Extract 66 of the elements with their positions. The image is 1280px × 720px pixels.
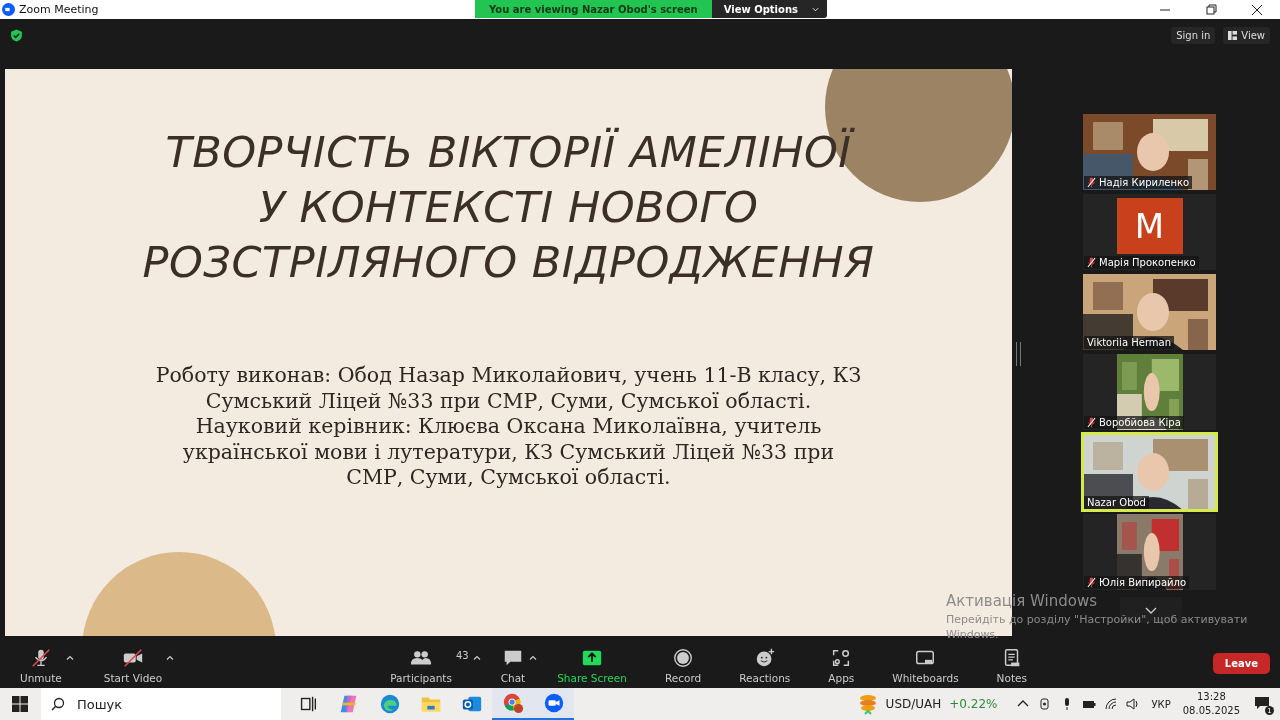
chat-button[interactable]: Chat <box>500 647 526 684</box>
slide-text-line: української мови і лутератури, КЗ Сумський Ліцей №33 при <box>182 439 835 465</box>
chrome-icon[interactable] <box>501 692 524 714</box>
mic-button[interactable]: Unmute <box>20 647 62 684</box>
slide-title-line: У КОНТЕКСТІ НОВОГО <box>258 181 759 234</box>
wifi-icon[interactable] <box>1103 697 1118 711</box>
search-icon[interactable] <box>51 697 65 711</box>
leave-button[interactable]: Leave <box>1212 653 1270 674</box>
edge-icon[interactable] <box>378 693 401 715</box>
video-tile[interactable]: M Марія Прокопенко <box>1083 194 1216 270</box>
speaker-icon[interactable] <box>1125 697 1140 711</box>
windows-start-icon[interactable] <box>12 696 28 712</box>
video-tile[interactable]: Воробйова Кіра <box>1083 354 1216 430</box>
share-button[interactable]: Share Screen <box>557 647 627 684</box>
video-tile[interactable]: Viktoriia Herman <box>1083 274 1216 350</box>
layout-icon[interactable] <box>1228 31 1238 40</box>
slide-text-line: Науковий керівник: Клюєва Оксана Миколаївна, учитель <box>195 414 822 440</box>
shield-icon[interactable] <box>10 29 23 42</box>
reactions-button[interactable]: Reactions <box>739 647 791 684</box>
participant-count: 43 <box>455 650 469 661</box>
muted-mic-icon <box>1087 257 1096 268</box>
currency-change: +0.22% <box>949 697 998 711</box>
clock[interactable]: 13:28 08.05.2025 <box>1182 690 1240 718</box>
camera-icon <box>122 647 144 669</box>
slide-text-line: СМР, Суми, Сумської області. <box>346 465 671 491</box>
apps-button[interactable]: Apps <box>828 647 855 684</box>
muted-mic-icon <box>1087 417 1096 428</box>
record-icon <box>672 647 695 669</box>
chevron-down-icon[interactable] <box>1145 606 1157 614</box>
notes-button[interactable]: Notes <box>996 647 1027 684</box>
participant-name: Nazar Obod <box>1084 496 1149 509</box>
avatar-tile: M <box>1116 198 1183 254</box>
video-tile[interactable]: Надія Кириленко <box>1083 114 1216 190</box>
notification-icon[interactable] <box>1254 695 1270 711</box>
view-button[interactable]: View <box>1223 27 1270 44</box>
window-title: Zoom Meeting <box>19 3 99 16</box>
video-tile[interactable]: Nazar Obod <box>1083 434 1216 510</box>
muted-mic-icon <box>1087 577 1096 588</box>
video-button[interactable]: Start Video <box>103 647 163 684</box>
whiteboards-button[interactable]: Whiteboards <box>892 647 959 684</box>
zoom-icon[interactable] <box>542 692 565 714</box>
caret-icon[interactable] <box>529 655 538 660</box>
microphone-icon <box>29 647 52 669</box>
video-tile[interactable]: Юлія Випирайло <box>1083 514 1216 590</box>
slide-text-line: Сумський Ліцей №33 при СМР, Суми, Сумської області. <box>205 388 812 414</box>
search-bar[interactable]: Пошук <box>41 688 281 720</box>
caret-icon[interactable] <box>472 655 481 660</box>
caret-icon[interactable] <box>166 655 175 660</box>
participants-button[interactable]: Participants <box>390 647 452 684</box>
camera-icon[interactable] <box>1037 697 1052 711</box>
participant-name: Марія Прокопенко <box>1084 256 1199 269</box>
participant-name: Воробйова Кіра <box>1084 416 1184 429</box>
share-banner: You are viewing Nazar Obod's screen <box>475 0 712 18</box>
view-options-button[interactable]: View Options <box>711 0 827 18</box>
muted-mic-icon <box>1087 177 1096 188</box>
search-field[interactable]: Пошук <box>75 695 259 713</box>
currency-ticker: USD/UAH <box>885 697 942 711</box>
slide-title-line: РОЗСТРІЛЯНОГО ВІДРОДЖЕННЯ <box>142 236 875 289</box>
participant-name: Надія Кириленко <box>1084 176 1193 189</box>
record-button[interactable]: Record <box>664 647 702 684</box>
slide-text-line: Роботу виконав: Обод Назар Миколайович, учень 11-В класу, КЗ <box>155 363 862 389</box>
caret-icon[interactable] <box>65 655 74 660</box>
language-indicator[interactable]: УКР <box>1151 698 1171 710</box>
sign-in-button[interactable]: Sign in <box>1171 27 1216 44</box>
participant-name: Юлія Випирайло <box>1084 576 1190 589</box>
participant-name: Viktoriia Herman <box>1084 336 1175 349</box>
